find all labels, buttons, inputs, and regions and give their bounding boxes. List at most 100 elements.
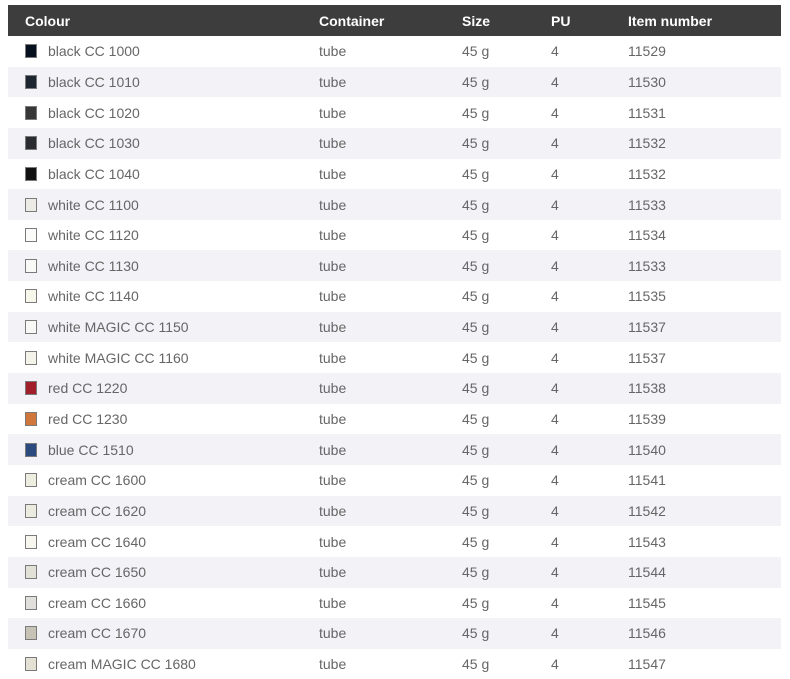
colour-swatch xyxy=(25,473,37,488)
pu-cell: 4 xyxy=(551,104,559,121)
header-item-number[interactable]: Item number xyxy=(628,5,712,36)
size-cell: 45 g xyxy=(462,441,490,458)
size-cell: 45 g xyxy=(462,43,490,60)
container-cell: tube xyxy=(319,196,347,213)
pu-cell: 4 xyxy=(551,533,559,550)
container-cell: tube xyxy=(319,502,347,519)
colour-swatch xyxy=(25,289,37,304)
colour-swatch xyxy=(25,258,37,273)
pu-cell: 4 xyxy=(551,165,559,182)
table-row: cream CC 1670 tube 45 g 4 11546 xyxy=(8,618,781,649)
colour-swatch xyxy=(25,197,37,212)
header-pu[interactable]: PU xyxy=(551,5,570,36)
colour-cell: cream CC 1620 xyxy=(25,496,146,527)
pu-cell: 4 xyxy=(551,656,559,673)
colour-name: white CC 1130 xyxy=(48,257,139,274)
pu-cell: 4 xyxy=(551,73,559,90)
colour-cell: white CC 1140 xyxy=(25,281,139,312)
colour-cell: cream CC 1650 xyxy=(25,557,146,588)
pu-cell: 4 xyxy=(551,502,559,519)
colour-name: white CC 1140 xyxy=(48,288,139,305)
table-body: black CC 1000 tube 45 g 4 11529 black CC 1010… xyxy=(8,36,781,679)
container-cell: tube xyxy=(319,625,347,642)
pu-cell: 4 xyxy=(551,349,559,366)
colour-cell: cream CC 1670 xyxy=(25,618,146,649)
colour-swatch xyxy=(25,381,37,396)
container-cell: tube xyxy=(319,135,347,152)
size-cell: 45 g xyxy=(462,411,490,427)
colour-cell: white MAGIC CC 1150 xyxy=(25,312,189,343)
item-number-cell: 11537 xyxy=(628,319,666,336)
container-cell: tube xyxy=(319,104,347,121)
pu-cell: 4 xyxy=(551,288,559,305)
table-row: white MAGIC CC 1160 tube 45 g 4 11537 xyxy=(8,342,781,373)
size-cell: 45 g xyxy=(462,73,490,90)
colour-name: red CC 1220 xyxy=(48,380,128,397)
header-container[interactable]: Container xyxy=(319,5,384,36)
colour-cell: white CC 1100 xyxy=(25,189,139,220)
colour-swatch xyxy=(25,503,37,518)
colour-swatch xyxy=(25,228,37,243)
item-number-cell: 11535 xyxy=(628,288,666,305)
item-number-cell: 11533 xyxy=(628,196,666,213)
item-number-cell: 11544 xyxy=(628,564,666,581)
pu-cell: 4 xyxy=(551,441,559,458)
colour-cell: black CC 1030 xyxy=(25,128,140,159)
table-row: black CC 1020 tube 45 g 4 11531 xyxy=(8,97,781,128)
pu-cell: 4 xyxy=(551,319,559,336)
container-cell: tube xyxy=(319,165,347,182)
colour-cell: white CC 1130 xyxy=(25,250,139,281)
pu-cell: 4 xyxy=(551,564,559,581)
size-cell: 45 g xyxy=(462,349,490,366)
size-cell: 45 g xyxy=(462,288,490,305)
table-row: cream CC 1620 tube 45 g 4 11542 xyxy=(8,495,781,527)
item-number-cell: 11534 xyxy=(628,227,666,244)
size-cell: 45 g xyxy=(462,319,490,336)
pu-cell: 4 xyxy=(551,472,559,489)
table-row: blue CC 1510 tube 45 g 4 11540 xyxy=(8,434,781,465)
table-header: Colour Container Size PU Item number xyxy=(8,5,781,36)
colour-name: black CC 1010 xyxy=(48,73,140,90)
colour-swatch xyxy=(25,534,37,549)
table-row: cream MAGIC CC 1680 tube 45 g 4 11547 xyxy=(8,649,781,679)
container-cell: tube xyxy=(319,257,347,274)
colour-swatch xyxy=(25,442,37,457)
colour-name: red CC 1230 xyxy=(48,411,128,427)
colour-name: cream CC 1620 xyxy=(48,502,147,519)
item-number-cell: 11533 xyxy=(628,257,666,274)
item-number-cell: 11532 xyxy=(628,135,666,152)
container-cell: tube xyxy=(319,411,347,427)
size-cell: 45 g xyxy=(462,257,490,274)
header-size[interactable]: Size xyxy=(462,5,490,36)
colour-name: cream CC 1650 xyxy=(48,564,147,581)
table-row: white CC 1140 tube 45 g 4 11535 xyxy=(8,281,781,312)
size-cell: 45 g xyxy=(462,227,490,244)
table-row: black CC 1010 tube 45 g 4 11530 xyxy=(8,66,781,98)
colour-cell: cream CC 1600 xyxy=(25,465,146,496)
size-cell: 45 g xyxy=(462,135,490,152)
header-colour[interactable]: Colour xyxy=(25,5,70,36)
colour-name: white MAGIC CC 1160 xyxy=(48,349,189,366)
table-row: red CC 1230 tube 45 g 4 11539 xyxy=(8,404,781,435)
container-cell: tube xyxy=(319,288,347,305)
item-number-cell: 11543 xyxy=(628,533,666,550)
colour-name: black CC 1000 xyxy=(48,43,140,60)
item-number-cell: 11539 xyxy=(628,411,666,427)
item-number-cell: 11546 xyxy=(628,625,666,642)
colour-swatch xyxy=(25,565,37,580)
colour-swatch xyxy=(25,136,37,151)
colour-cell: blue CC 1510 xyxy=(25,434,134,465)
container-cell: tube xyxy=(319,533,347,550)
container-cell: tube xyxy=(319,441,347,458)
container-cell: tube xyxy=(319,380,347,397)
colour-swatch xyxy=(25,320,37,335)
item-number-cell: 11542 xyxy=(628,502,666,519)
table-row: white MAGIC CC 1150 tube 45 g 4 11537 xyxy=(8,311,781,343)
colour-cell: cream CC 1640 xyxy=(25,526,146,557)
container-cell: tube xyxy=(319,43,347,60)
colour-name: cream MAGIC CC 1680 xyxy=(48,656,196,673)
colour-name: white CC 1100 xyxy=(48,196,139,213)
container-cell: tube xyxy=(319,227,347,244)
colour-cell: cream MAGIC CC 1680 xyxy=(25,649,196,679)
colour-name: cream CC 1670 xyxy=(48,625,147,642)
